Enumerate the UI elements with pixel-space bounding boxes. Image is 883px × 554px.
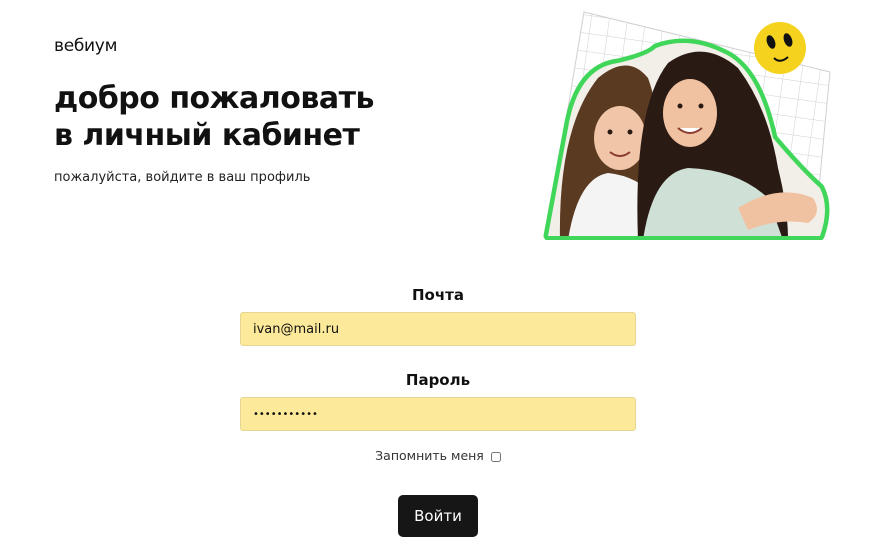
- brand-logo[interactable]: вебиум: [54, 36, 117, 56]
- email-field[interactable]: [240, 312, 636, 346]
- page-title-line-1: добро пожаловать: [54, 81, 374, 116]
- hero-illustration: [543, 11, 831, 240]
- password-field[interactable]: [240, 397, 636, 431]
- remember-me-row: Запомнить меня: [240, 448, 636, 463]
- password-label: Пароль: [405, 371, 471, 389]
- page-subtitle: пожалуйста, войдите в ваш профиль: [54, 170, 311, 185]
- page-title-line-2: в личный кабинет: [54, 118, 360, 153]
- remember-me-label: Запомнить меня: [375, 448, 484, 463]
- page-title: добро пожаловать в личный кабинет: [54, 80, 374, 154]
- email-label: Почта: [412, 286, 464, 304]
- smiley-sticker-icon: [754, 22, 806, 74]
- login-button[interactable]: Войти: [398, 495, 478, 537]
- login-page: вебиум добро пожаловать в личный кабинет…: [0, 0, 883, 554]
- remember-me-checkbox[interactable]: [490, 451, 501, 462]
